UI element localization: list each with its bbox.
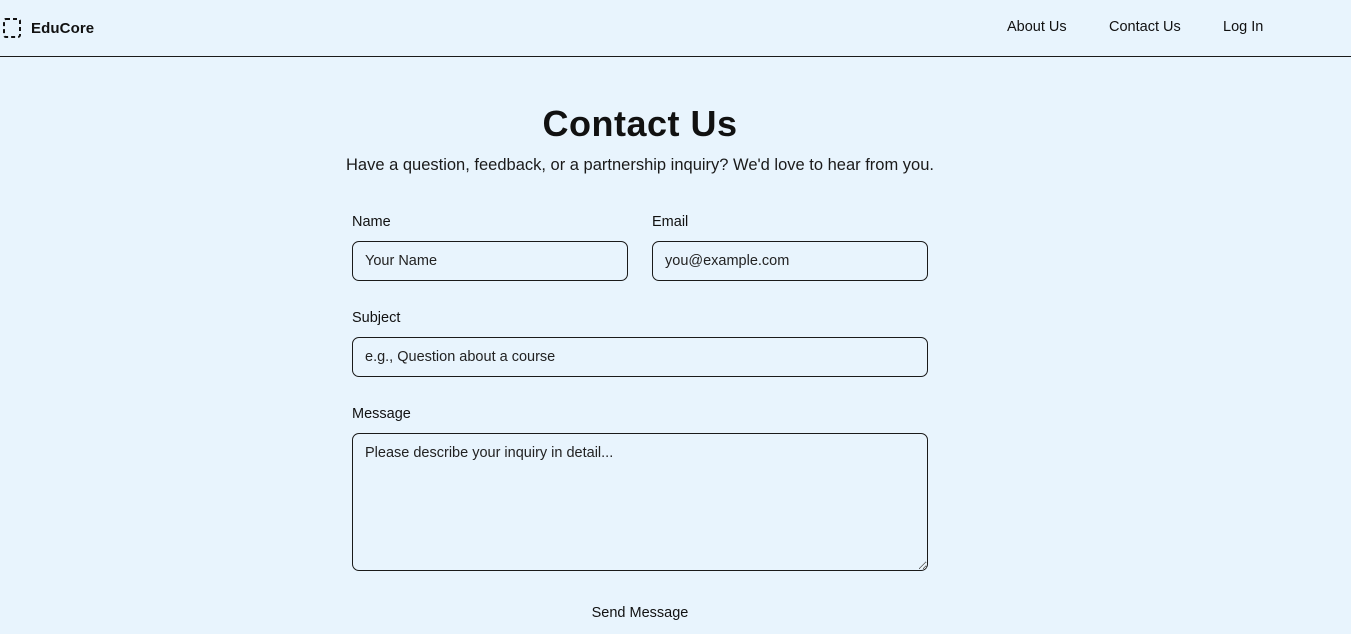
email-input[interactable] [652,241,928,281]
page-title: Contact Us [542,103,738,144]
message-textarea[interactable] [352,433,928,571]
name-input[interactable] [352,241,628,281]
main-nav: About Us Contact Us Log In [0,19,1351,39]
email-label: Email [652,214,689,230]
send-message-button[interactable]: Send Message [540,600,740,626]
page-subtitle: Have a question, feedback, or a partners… [345,156,934,174]
nav-about-link[interactable]: About Us [1007,19,1067,35]
subject-label: Subject [352,310,401,326]
subject-input[interactable] [352,337,928,377]
nav-contact-link[interactable]: Contact Us [1109,19,1181,35]
name-label: Name [352,214,391,230]
message-label: Message [352,406,411,422]
nav-login-link[interactable]: Log In [1223,19,1263,35]
top-navbar: EduCore About Us Contact Us Log In [0,0,1351,57]
